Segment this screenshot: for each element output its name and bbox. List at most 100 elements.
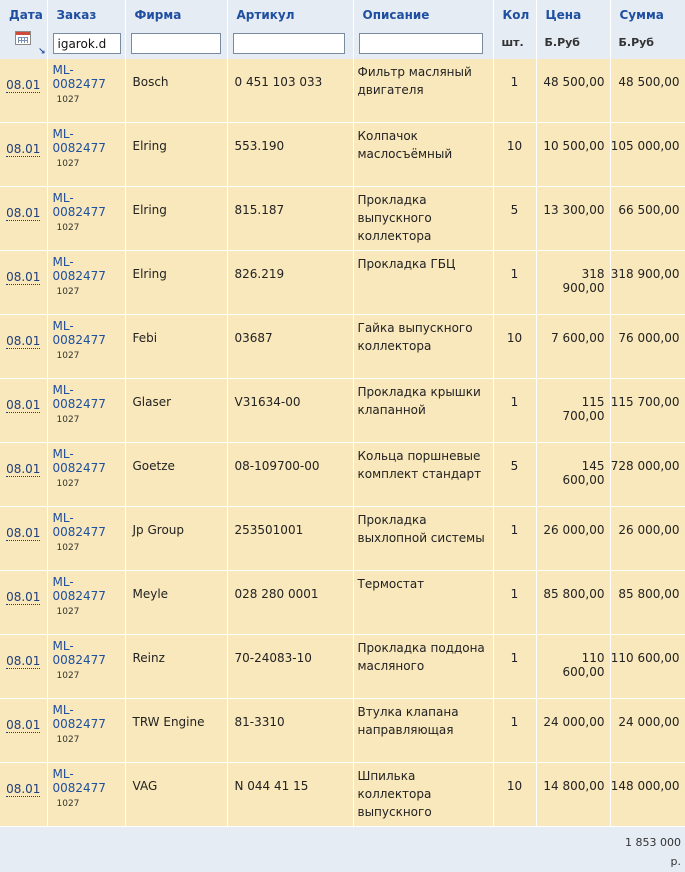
firm-cell: Goetze [125,443,227,507]
qty-cell: 1 [493,251,536,315]
sum-cell: 110 600,00 [610,635,685,699]
sort-date-link[interactable]: Дата [0,0,47,30]
order-link[interactable]: ML-0082477 [53,511,125,539]
table-row: 08.01 ML-0082477 1027 VAG N 044 41 15 Шп… [0,763,685,827]
table-row: 08.01 ML-0082477 1027 Meyle 028 280 0001… [0,571,685,635]
price-cell: 110 600,00 [536,635,610,699]
sort-description-link[interactable]: Описание [354,0,493,30]
price-cell: 13 300,00 [536,187,610,251]
sum-cell: 48 500,00 [610,59,685,123]
qty-cell: 1 [493,59,536,123]
date-link[interactable]: 08.01 [6,654,40,669]
header-row: Дата Заказ Фирма Артикул Описание Кол Це… [0,0,685,30]
sum-cell: 66 500,00 [610,187,685,251]
qty-cell: 10 [493,123,536,187]
order-sub-number: 1027 [57,414,125,426]
date-link[interactable]: 08.01 [6,782,40,797]
article-cell: 028 280 0001 [227,571,353,635]
sum-cell: 76 000,00 [610,315,685,379]
description-cell: Прокладка поддона масляного [353,635,493,699]
order-link[interactable]: ML-0082477 [53,127,125,155]
filter-row: ↘ шт. Б.Руб Б.Руб [0,30,685,59]
order-link[interactable]: ML-0082477 [53,191,125,219]
order-sub-number: 1027 [57,606,125,618]
description-cell: Прокладка ГБЦ [353,251,493,315]
order-link[interactable]: ML-0082477 [53,447,125,475]
sort-article-link[interactable]: Артикул [228,0,353,30]
date-link[interactable]: 08.01 [6,526,40,541]
sum-cell: 318 900,00 [610,251,685,315]
table-row: 08.01 ML-0082477 1027 Febi 03687 Гайка в… [0,315,685,379]
order-sub-number: 1027 [57,798,125,810]
total-unit: р. [0,852,681,871]
sum-cell: 105 000,00 [610,123,685,187]
sort-arrow-icon[interactable]: ↘ [38,48,46,57]
order-sub-number: 1027 [57,734,125,746]
sum-cell: 728 000,00 [610,443,685,507]
qty-cell: 1 [493,699,536,763]
price-cell: 318 900,00 [536,251,610,315]
date-link[interactable]: 08.01 [6,206,40,221]
sort-qty-link[interactable]: Кол [494,0,536,30]
sum-cell: 85 800,00 [610,571,685,635]
order-link[interactable]: ML-0082477 [53,319,125,347]
table-row: 08.01 ML-0082477 1027 Goetze 08-109700-0… [0,443,685,507]
order-sub-number: 1027 [57,478,125,490]
firm-cell: Glaser [125,379,227,443]
price-cell: 7 600,00 [536,315,610,379]
sort-order-link[interactable]: Заказ [48,0,125,30]
order-link[interactable]: ML-0082477 [53,255,125,283]
firm-cell: Reinz [125,635,227,699]
calendar-icon[interactable] [15,31,31,45]
firm-filter-input[interactable] [131,33,221,54]
order-sub-number: 1027 [57,286,125,298]
table-row: 08.01 ML-0082477 1027 Elring 815.187 Про… [0,187,685,251]
date-link[interactable]: 08.01 [6,334,40,349]
firm-cell: Meyle [125,571,227,635]
table-row: 08.01 ML-0082477 1027 Reinz 70-24083-10 … [0,635,685,699]
sum-cell: 24 000,00 [610,699,685,763]
sum-cell: 26 000,00 [610,507,685,571]
date-link[interactable]: 08.01 [6,398,40,413]
description-cell: Гайка выпускного коллектора [353,315,493,379]
price-unit-label: Б.Руб [537,30,610,49]
article-cell: N 044 41 15 [227,763,353,827]
description-cell: Прокладка выхлопной системы [353,507,493,571]
order-link[interactable]: ML-0082477 [53,63,125,91]
article-cell: 0 451 103 033 [227,59,353,123]
description-cell: Прокладка крышки клапанной [353,379,493,443]
qty-cell: 5 [493,187,536,251]
order-sub-number: 1027 [57,350,125,362]
date-link[interactable]: 08.01 [6,718,40,733]
sort-sum-link[interactable]: Сумма [611,0,685,30]
article-filter-input[interactable] [233,33,345,54]
table-body: 08.01 ML-0082477 1027 Bosch 0 451 103 03… [0,59,685,827]
order-link[interactable]: ML-0082477 [53,767,125,795]
order-sub-number: 1027 [57,158,125,170]
date-link[interactable]: 08.01 [6,590,40,605]
order-link[interactable]: ML-0082477 [53,383,125,411]
sort-firm-link[interactable]: Фирма [126,0,227,30]
date-link[interactable]: 08.01 [6,462,40,477]
article-cell: 826.219 [227,251,353,315]
date-link[interactable]: 08.01 [6,142,40,157]
price-cell: 24 000,00 [536,699,610,763]
order-link[interactable]: ML-0082477 [53,575,125,603]
table-row: 08.01 ML-0082477 1027 Bosch 0 451 103 03… [0,59,685,123]
qty-cell: 1 [493,379,536,443]
order-link[interactable]: ML-0082477 [53,639,125,667]
qty-unit-label: шт. [494,30,536,49]
qty-cell: 1 [493,635,536,699]
description-cell: Термостат [353,571,493,635]
date-link[interactable]: 08.01 [6,78,40,93]
date-link[interactable]: 08.01 [6,270,40,285]
order-link[interactable]: ML-0082477 [53,703,125,731]
order-filter-input[interactable] [53,33,121,54]
article-cell: 553.190 [227,123,353,187]
price-cell: 115 700,00 [536,379,610,443]
price-cell: 26 000,00 [536,507,610,571]
sort-price-link[interactable]: Цена [537,0,610,30]
description-filter-input[interactable] [359,33,483,54]
qty-cell: 5 [493,443,536,507]
description-cell: Колпачок маслосъёмный [353,123,493,187]
